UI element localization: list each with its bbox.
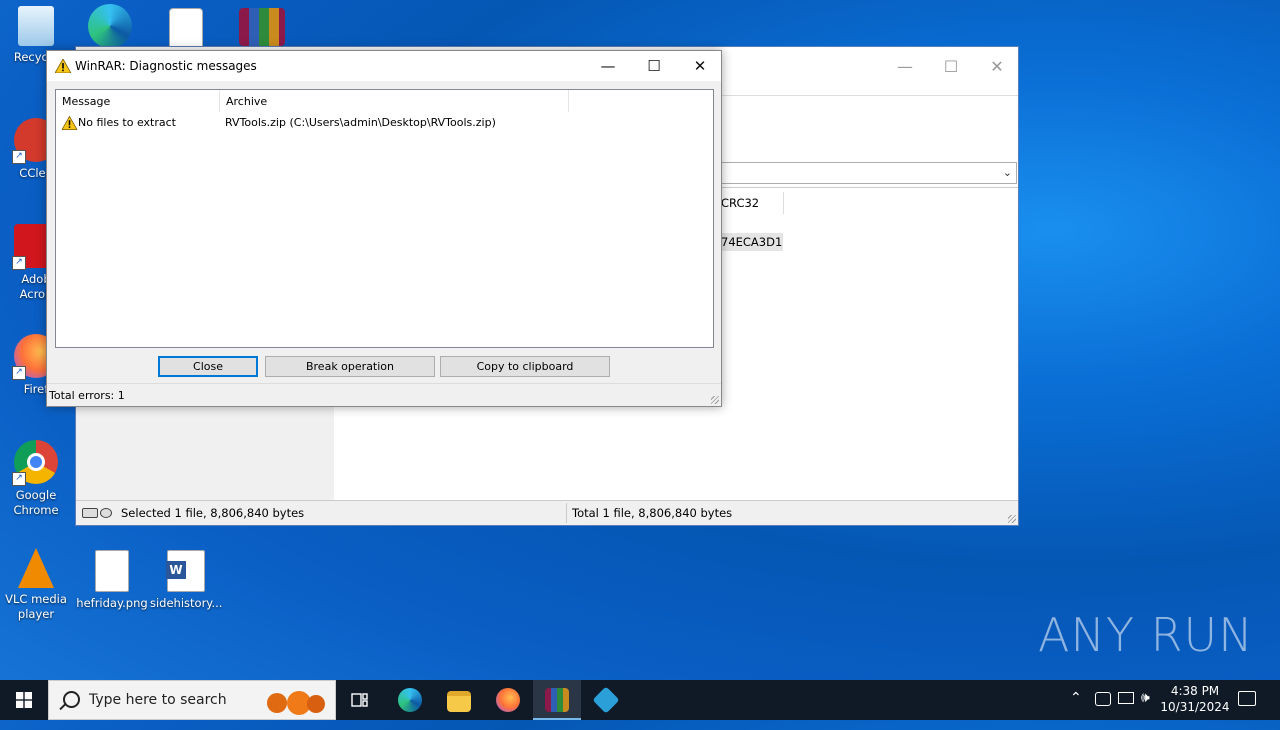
taskbar: Type here to search ⌃ 🕪 4:38 PM 10/31/20…: [0, 680, 1280, 720]
list-header: Message Archive: [56, 90, 713, 112]
search-icon: [63, 691, 80, 708]
dialog-status-bar: Total errors: 1: [47, 383, 721, 406]
winrar-icon: [545, 688, 569, 712]
desktop-icon-label: hefriday.png: [76, 596, 148, 610]
close-button[interactable]: Close: [158, 356, 258, 377]
clock-time: 4:38 PM: [1170, 684, 1220, 698]
shortcut-arrow-icon: ↗: [12, 472, 26, 486]
taskbar-app-cube[interactable]: [582, 680, 630, 720]
main-minimize-button[interactable]: —: [882, 53, 928, 81]
main-maximize-button[interactable]: ☐: [928, 53, 974, 81]
dialog-minimize-button[interactable]: —: [585, 51, 631, 81]
desktop-icon-label: VLC media player: [5, 592, 67, 621]
status-selected: Selected 1 file, 8,806,840 bytes: [121, 506, 305, 520]
taskbar-winrar[interactable]: [533, 680, 581, 720]
status-total: Total 1 file, 8,806,840 bytes: [572, 506, 733, 520]
vlc-cone-icon: [18, 548, 54, 588]
message-text: No files to extract: [78, 116, 176, 129]
warning-icon: [62, 116, 77, 130]
network-icon[interactable]: [1118, 692, 1134, 704]
edge-icon: [398, 688, 422, 712]
word-document-icon: W: [166, 550, 205, 592]
winrar-icon: [239, 8, 285, 46]
desktop-icon-label: Google Chrome: [13, 488, 59, 517]
task-view-icon: [351, 693, 368, 707]
warning-icon: [55, 59, 71, 73]
shortcut-arrow-icon: ↗: [12, 256, 26, 270]
shortcut-arrow-icon: ↗: [12, 150, 26, 164]
dialog-maximize-button[interactable]: ☐: [631, 51, 677, 81]
key-icon: [100, 508, 112, 518]
edge-icon: [88, 4, 132, 48]
archive-path: RVTools.zip (C:\Users\admin\Desktop\RVTo…: [225, 116, 496, 129]
desktop-icon-sidehistory[interactable]: W sidehistory...: [150, 550, 222, 611]
desktop-icon-label: sidehistory...: [150, 596, 223, 610]
desktop-icon-winrar[interactable]: [226, 8, 298, 50]
column-header-message[interactable]: Message: [56, 90, 220, 112]
clock[interactable]: 4:38 PM 10/31/2024: [1160, 683, 1230, 715]
start-button[interactable]: [0, 680, 48, 720]
taskbar-file-explorer[interactable]: [435, 680, 483, 720]
messages-list[interactable]: Message Archive No files to extract RVTo…: [55, 89, 714, 348]
windows-logo-icon: [16, 692, 32, 708]
column-header-crc32[interactable]: CRC32: [721, 192, 784, 214]
recycle-bin-icon: [18, 6, 54, 46]
column-header-archive[interactable]: Archive: [220, 90, 569, 112]
main-status-bar: Selected 1 file, 8,806,840 bytes Total 1…: [76, 500, 1018, 525]
chrome-icon: ↗: [12, 440, 58, 486]
diagnostic-dialog: WinRAR: Diagnostic messages — ☐ ✕ Messag…: [46, 50, 722, 407]
task-view-button[interactable]: [336, 680, 384, 720]
main-close-button[interactable]: ✕: [974, 53, 1020, 81]
break-operation-button[interactable]: Break operation: [265, 356, 435, 377]
dialog-title: WinRAR: Diagnostic messages: [75, 59, 257, 73]
tray-meet-icon[interactable]: [1095, 692, 1111, 706]
table-cell-crc[interactable]: 74ECA3D1: [721, 233, 783, 251]
status-divider: [566, 503, 567, 523]
total-errors: Total errors: 1: [49, 389, 125, 402]
clock-date: 10/31/2024: [1160, 700, 1230, 714]
shortcut-arrow-icon: ↗: [12, 366, 26, 380]
dialog-close-x-button[interactable]: ✕: [677, 51, 723, 81]
volume-icon[interactable]: 🕪: [1141, 690, 1150, 730]
search-box[interactable]: Type here to search: [48, 680, 336, 720]
tray-chevron-up-icon[interactable]: ⌃: [1070, 690, 1088, 730]
chevron-down-icon[interactable]: ⌄: [1003, 166, 1012, 179]
resize-grip[interactable]: [711, 396, 719, 404]
copy-to-clipboard-button[interactable]: Copy to clipboard: [440, 356, 610, 377]
desktop-icon-hefriday[interactable]: hefriday.png: [76, 550, 148, 611]
anyrun-watermark: ANY RUN: [1038, 608, 1254, 662]
drive-icon: [82, 508, 98, 518]
cube-app-icon: [592, 686, 620, 714]
resize-grip[interactable]: [1008, 515, 1016, 523]
dialog-titlebar[interactable]: WinRAR: Diagnostic messages — ☐ ✕: [47, 51, 721, 81]
folder-icon: [447, 691, 471, 712]
taskbar-edge[interactable]: [386, 680, 434, 720]
taskbar-firefox[interactable]: [484, 680, 532, 720]
desktop-icon-chrome[interactable]: ↗ Google Chrome: [0, 440, 72, 518]
png-file-icon: [95, 550, 129, 592]
desktop-icon-edge[interactable]: [74, 4, 146, 52]
halloween-pumpkins-icon: [263, 687, 327, 715]
notification-center-icon[interactable]: [1238, 691, 1256, 706]
search-placeholder: Type here to search: [89, 692, 227, 708]
address-bar[interactable]: ⌄: [721, 162, 1017, 184]
desktop-icon-vlc[interactable]: VLC media player: [0, 548, 72, 622]
firefox-icon: [496, 688, 520, 712]
image-file-icon: [169, 8, 203, 50]
table-row[interactable]: No files to extract RVTools.zip (C:\User…: [56, 114, 713, 132]
